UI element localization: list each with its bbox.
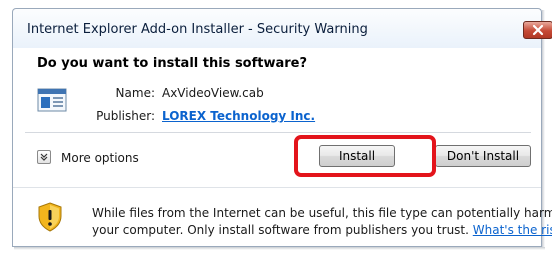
title-bar[interactable]: Internet Explorer Add-on Installer - Sec…	[12, 8, 552, 48]
warning-text-line2-main: your computer. Only install software fro…	[92, 223, 469, 237]
window-shadow-bottom	[14, 247, 545, 250]
name-value: AxVideoView.cab	[162, 86, 264, 100]
dialog-body: Do you want to install this software? Na…	[12, 48, 552, 247]
separator	[25, 132, 531, 133]
shield-warning-icon	[38, 202, 62, 232]
name-label: Name:	[115, 86, 155, 100]
publisher-link[interactable]: LOREX Technology Inc.	[162, 109, 315, 123]
window-title: Internet Explorer Add-on Installer - Sec…	[27, 22, 368, 37]
more-options-label[interactable]: More options	[61, 151, 139, 165]
warning-text-line1: While files from the Internet can be use…	[92, 206, 552, 220]
install-highlight-box	[294, 135, 436, 177]
close-x-icon	[532, 24, 544, 36]
warning-text-line2: your computer. Only install software fro…	[92, 223, 552, 237]
close-button[interactable]	[523, 21, 552, 39]
publisher-label: Publisher:	[96, 109, 155, 123]
whats-the-risk-link[interactable]: What's the risk?	[473, 223, 552, 237]
dialog-question: Do you want to install this software?	[37, 56, 308, 71]
more-options-toggle[interactable]	[37, 150, 51, 164]
cab-file-icon	[37, 88, 67, 112]
chevron-down-icon	[40, 153, 48, 161]
separator	[13, 187, 541, 188]
dont-install-button[interactable]: Don't Install	[435, 145, 531, 167]
